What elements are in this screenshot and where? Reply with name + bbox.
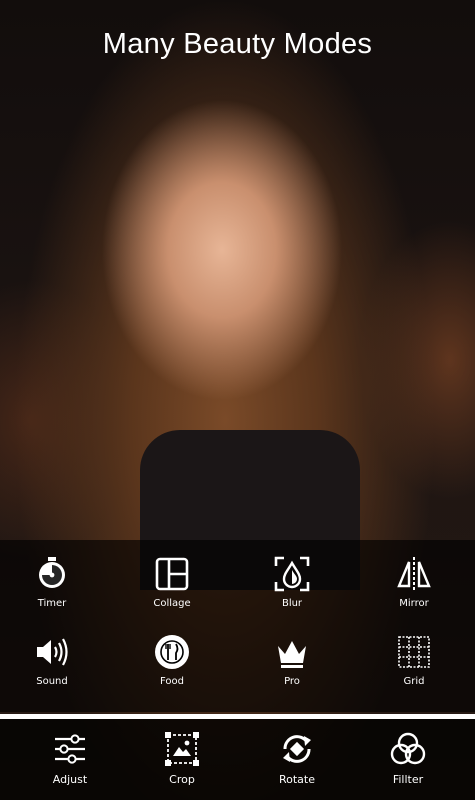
page-title: Many Beauty Modes [102,28,373,60]
tools-panel: Timer Collage Blur Mirror Sound Food Pro… [0,540,475,712]
tool-mirror[interactable]: Mirror [364,554,464,609]
tool-food[interactable]: Food [122,632,222,687]
tool-timer[interactable]: Timer [2,554,102,609]
rotate-button[interactable]: Rotate [247,729,347,786]
tool-label: Food [160,676,184,687]
tool-sound[interactable]: Sound [2,632,102,687]
bottom-label: Rotate [278,773,315,786]
tool-blur[interactable]: Blur [242,554,342,609]
tool-grid[interactable]: Grid [364,632,464,687]
tool-collage[interactable]: Collage [122,554,222,609]
sliders-icon [55,734,85,764]
bottom-label: Fillter [392,773,424,786]
food-icon [155,635,189,669]
collage-icon [155,557,189,591]
bottom-label: Crop [169,773,195,786]
crown-icon [278,641,306,668]
tool-label: Grid [403,676,425,687]
sound-icon [37,638,68,666]
bottom-label: Adjust [52,773,88,786]
filter-icon [390,732,426,765]
timer-icon [39,557,65,588]
tool-label: Blur [281,598,303,609]
bottom-toolbar: Adjust Crop Rotate Fillter [0,719,475,800]
tool-label: Timer [37,598,67,609]
rotate-icon [283,735,311,763]
tool-pro[interactable]: Pro [242,632,342,687]
blur-icon [274,556,310,592]
crop-icon [165,732,199,766]
crop-button[interactable]: Crop [132,729,232,786]
filter-button[interactable]: Fillter [358,729,458,786]
tool-label: Mirror [399,598,429,609]
tool-label: Collage [153,598,191,609]
tool-label: Sound [36,676,68,687]
mirror-icon [397,557,431,591]
grid-icon [398,636,430,668]
adjust-button[interactable]: Adjust [20,729,120,786]
tool-label: Pro [284,676,300,687]
